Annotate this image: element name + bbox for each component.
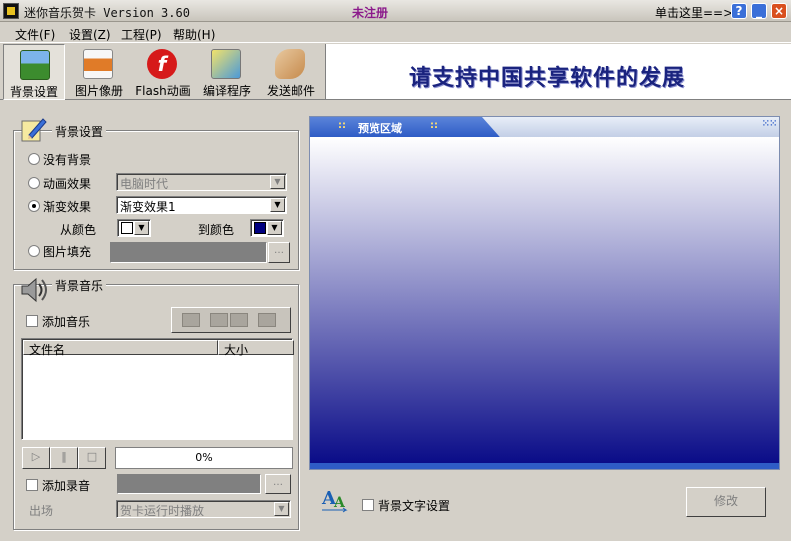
bg-text-setting-label: 背景文字设置 xyxy=(378,499,451,513)
close-button[interactable]: × xyxy=(771,3,787,19)
column-filename[interactable]: 文件名 xyxy=(23,340,218,357)
tool-label: Flash动画 xyxy=(135,84,191,98)
browse-recording-button[interactable]: … xyxy=(265,474,291,494)
background-music-title: 背景音乐 xyxy=(52,277,107,294)
bg-text-setting-checkbox[interactable] xyxy=(362,499,374,511)
preview-title: 预览区域 xyxy=(358,122,402,135)
add-music-label: 添加音乐 xyxy=(42,315,91,329)
text-font-icon: AA xyxy=(320,484,350,514)
compile-icon xyxy=(211,49,241,79)
app-icon[interactable] xyxy=(3,3,19,19)
chevron-down-icon: ▼ xyxy=(134,221,149,235)
chevron-down-icon: ▼ xyxy=(270,175,285,189)
send-mail-icon xyxy=(275,49,305,79)
background-settings-title: 背景设置 xyxy=(52,123,107,140)
title-bar: 迷你音乐贺卡 Version 3.60 未注册 单击这里==>> ? _ × xyxy=(0,0,791,22)
move-up-icon[interactable] xyxy=(210,313,228,327)
tool-compile[interactable]: 编译程序 xyxy=(195,44,259,100)
banner-text: 请支持中国共享软件的发展 xyxy=(409,66,686,91)
add-recording-checkbox[interactable] xyxy=(26,479,38,491)
tool-background-settings[interactable]: 背景设置 xyxy=(3,44,65,100)
chevron-down-icon: ▼ xyxy=(270,198,285,212)
tool-send-mail[interactable]: 发送邮件 xyxy=(259,44,323,100)
minimize-button[interactable]: _ xyxy=(751,3,767,19)
menu-file[interactable]: 文件(F) xyxy=(15,26,55,43)
delete-file-icon[interactable] xyxy=(258,313,276,327)
unregistered-label: 未注册 xyxy=(352,6,389,20)
exit-select[interactable]: 贺卡运行时播放 ▼ xyxy=(116,500,291,518)
column-size[interactable]: 大小 xyxy=(218,340,294,357)
menu-settings[interactable]: 设置(Z) xyxy=(69,26,111,43)
help-button[interactable]: ? xyxy=(731,3,747,19)
radio-gradient-label: 渐变效果 xyxy=(43,200,92,214)
tool-photo-album[interactable]: 图片像册 xyxy=(67,44,131,100)
add-music-checkbox[interactable] xyxy=(26,315,38,327)
from-color-picker[interactable]: ▼ xyxy=(117,219,151,237)
flash-icon: f xyxy=(147,49,177,79)
radio-picture-fill[interactable] xyxy=(28,245,40,257)
radio-gradient[interactable] xyxy=(28,200,40,212)
grip-icon: ⁙⁙ xyxy=(762,119,778,129)
tool-label: 编译程序 xyxy=(202,84,251,98)
menu-project[interactable]: 工程(P) xyxy=(121,26,162,43)
progress-bar: 0% xyxy=(115,447,293,469)
picture-path-field[interactable] xyxy=(110,242,267,263)
tool-flash[interactable]: f Flash动画 xyxy=(131,44,195,100)
chevron-down-icon: ▼ xyxy=(267,221,282,235)
move-down-icon[interactable] xyxy=(230,313,248,327)
dots-right: :: xyxy=(430,120,438,131)
tool-label: 背景设置 xyxy=(9,85,58,99)
to-color-picker[interactable]: ▼ xyxy=(250,219,284,237)
photo-album-icon xyxy=(83,49,113,79)
pause-button[interactable]: ‖ xyxy=(50,447,78,469)
gradient-preview xyxy=(310,137,779,463)
recording-path-field[interactable] xyxy=(117,474,261,494)
toolbar: 背景设置 图片像册 f Flash动画 编译程序 发送邮件 xyxy=(0,44,325,100)
window-title: 迷你音乐贺卡 Version 3.60 xyxy=(24,6,190,20)
gradient-select[interactable]: 渐变效果1 ▼ xyxy=(116,196,287,214)
radio-animation[interactable] xyxy=(28,177,40,189)
play-button[interactable]: ▷ xyxy=(22,447,50,469)
radio-no-background[interactable] xyxy=(28,153,40,165)
speaker-icon xyxy=(19,276,49,304)
preview-footer xyxy=(310,463,779,469)
radio-no-background-label: 没有背景 xyxy=(43,153,92,167)
tool-label: 图片像册 xyxy=(74,84,123,98)
preview-area: :: 预览区域 :: ⁙⁙ xyxy=(309,116,780,470)
banner: 请支持中国共享软件的发展 xyxy=(325,44,791,100)
chevron-down-icon: ▼ xyxy=(274,502,289,516)
from-color-swatch xyxy=(121,222,133,234)
radio-animation-label: 动画效果 xyxy=(43,177,92,191)
notepad-pencil-icon xyxy=(19,115,47,143)
modify-button[interactable]: 修改 xyxy=(686,487,766,517)
add-recording-label: 添加录音 xyxy=(42,479,91,493)
tool-label: 发送邮件 xyxy=(266,84,315,98)
preview-header: :: 预览区域 :: ⁙⁙ xyxy=(310,117,779,137)
to-color-label: 到颜色 xyxy=(198,223,235,237)
landscape-icon xyxy=(20,50,50,80)
to-color-swatch xyxy=(254,222,266,234)
animation-select[interactable]: 电脑时代 ▼ xyxy=(116,173,287,191)
browse-picture-button[interactable]: … xyxy=(268,242,290,263)
music-toolbar xyxy=(171,307,291,333)
music-file-list[interactable]: 文件名 大小 xyxy=(21,338,294,440)
menu-bar: 文件(F) 设置(Z) 工程(P) 帮助(H) xyxy=(0,23,791,43)
radio-picture-fill-label: 图片填充 xyxy=(43,245,92,259)
click-here-link[interactable]: 单击这里==>> xyxy=(655,4,743,21)
stop-button[interactable]: □ xyxy=(78,447,106,469)
dots-left: :: xyxy=(338,120,346,131)
add-file-icon[interactable] xyxy=(182,313,200,327)
menu-help[interactable]: 帮助(H) xyxy=(173,26,215,43)
exit-label: 出场 xyxy=(29,504,54,518)
preview-header-tail xyxy=(482,117,779,137)
from-color-label: 从颜色 xyxy=(60,223,97,237)
